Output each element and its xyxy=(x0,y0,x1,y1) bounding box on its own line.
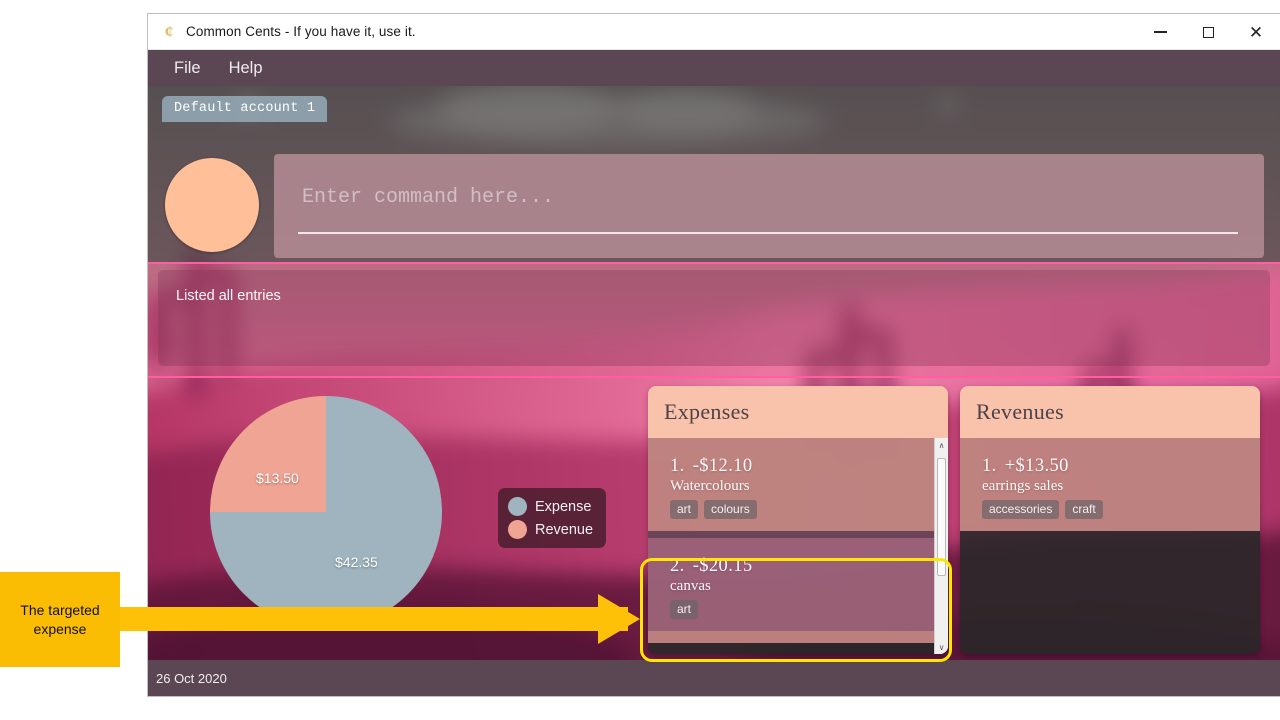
legend-swatch-revenue xyxy=(508,520,527,539)
menu-bar: File Help xyxy=(148,50,1280,86)
expenses-scrollbar-thumb[interactable] xyxy=(937,458,946,576)
expenses-scrollbar-track[interactable] xyxy=(935,452,948,640)
expenses-panel-body: 1. -$12.10 Watercolours art colours 2. -… xyxy=(648,438,948,654)
annotation-arrow-head xyxy=(598,594,640,644)
close-button[interactable]: ✕ xyxy=(1232,14,1280,50)
result-box: Listed all entries xyxy=(158,270,1270,366)
revenues-panel-title: Revenues xyxy=(976,399,1064,424)
tag-accessories[interactable]: accessories xyxy=(982,500,1060,519)
expenses-scrollbar[interactable]: ∧ ∨ xyxy=(934,438,948,654)
expense-entry-2-tags: art xyxy=(670,600,920,619)
screenshot-root: ¢ Common Cents - If you have it, use it.… xyxy=(0,0,1280,720)
application-window: ¢ Common Cents - If you have it, use it.… xyxy=(148,14,1280,696)
minimize-icon xyxy=(1153,31,1167,33)
expense-entry-2[interactable]: 2. -$20.15 canvas art xyxy=(648,538,934,631)
revenues-panel: Revenues 1. +$13.50 earrings sales access… xyxy=(960,386,1260,654)
expenses-panel-header: Expenses xyxy=(648,386,948,438)
expense-entry-1-value: -$12.10 xyxy=(692,456,753,476)
scroll-up-icon[interactable]: ∧ xyxy=(935,438,948,452)
expense-entry-2-description: canvas xyxy=(670,578,711,594)
revenue-entry-1-description: earrings sales xyxy=(982,478,1064,494)
close-icon: ✕ xyxy=(1248,22,1264,42)
tag-colours[interactable]: colours xyxy=(704,500,757,519)
revenue-entry-1-value: +$13.50 xyxy=(1004,456,1069,476)
app-content: Default account 1 Listed all entries xyxy=(148,86,1280,696)
expense-entry-1-amount: 1. -$12.10 xyxy=(670,456,920,477)
legend-swatch-expense xyxy=(508,497,527,516)
tag-craft[interactable]: craft xyxy=(1065,500,1103,519)
menu-item-file[interactable]: File xyxy=(162,55,213,82)
command-input[interactable] xyxy=(298,172,1238,234)
result-section: Listed all entries xyxy=(148,264,1280,378)
scroll-down-icon[interactable]: ∨ xyxy=(935,640,948,654)
tag-art[interactable]: art xyxy=(670,500,699,519)
annotation-arrow-shaft xyxy=(118,607,628,631)
command-section: Default account 1 xyxy=(148,86,1280,264)
revenue-entry-1-amount: 1. +$13.50 xyxy=(982,456,1246,477)
account-avatar xyxy=(165,158,259,252)
legend-label-revenue: Revenue xyxy=(535,521,594,538)
expenses-panel: Expenses 1. -$12.10 Watercolours art col… xyxy=(648,386,948,654)
pie-chart: $13.50 $42.35 xyxy=(210,396,442,628)
annotation-callout-label: The targeted expense xyxy=(20,601,100,637)
legend-label-expense: Expense xyxy=(535,498,592,515)
expense-entry-1-index: 1. xyxy=(670,456,685,476)
expenses-entry-list: 1. -$12.10 Watercolours art colours 2. -… xyxy=(648,438,934,654)
tag-art[interactable]: art xyxy=(670,600,699,619)
pie-label-revenue: $13.50 xyxy=(256,470,299,486)
expense-entry-1-description: Watercolours xyxy=(670,478,750,494)
chart-legend: Expense Revenue xyxy=(498,488,607,548)
expense-entry-2-amount: 2. -$20.15 xyxy=(670,556,920,577)
expense-entry-1[interactable]: 1. -$12.10 Watercolours art colours xyxy=(648,438,934,531)
expenses-panel-title: Expenses xyxy=(664,399,750,424)
revenue-entry-1[interactable]: 1. +$13.50 earrings sales accessories cra… xyxy=(960,438,1260,531)
result-message: Listed all entries xyxy=(176,288,281,304)
revenues-panel-header: Revenues xyxy=(960,386,1260,438)
expenses-list-tail xyxy=(648,631,934,643)
expense-entry-separator xyxy=(648,531,934,538)
pie-label-expense: $42.35 xyxy=(335,554,378,570)
maximize-button[interactable] xyxy=(1184,14,1232,50)
expense-entry-1-tags: art colours xyxy=(670,500,920,519)
menu-item-help[interactable]: Help xyxy=(217,55,275,82)
minimize-button[interactable] xyxy=(1136,14,1184,50)
maximize-icon xyxy=(1202,26,1214,38)
expense-entry-2-index: 2. xyxy=(670,556,685,576)
window-controls: ✕ xyxy=(1136,14,1280,50)
pie-chart-svg xyxy=(210,396,442,628)
command-box xyxy=(274,154,1264,258)
expense-entry-2-value: -$20.15 xyxy=(692,556,753,576)
revenues-entry-list: 1. +$13.50 earrings sales accessories cra… xyxy=(960,438,1260,654)
status-bar-date: 26 Oct 2020 xyxy=(156,670,227,686)
status-bar: 26 Oct 2020 xyxy=(148,660,1280,696)
account-tab-default-account-1[interactable]: Default account 1 xyxy=(162,96,328,122)
legend-item-expense: Expense xyxy=(508,497,593,516)
window-title: Common Cents - If you have it, use it. xyxy=(186,24,416,39)
cent-sign-icon: ¢ xyxy=(164,21,174,41)
revenue-entry-1-tags: accessories craft xyxy=(982,500,1246,519)
title-bar: ¢ Common Cents - If you have it, use it.… xyxy=(148,14,1280,50)
revenue-entry-1-index: 1. xyxy=(982,456,997,476)
annotation-callout: The targeted expense xyxy=(0,572,120,667)
account-tab-bar: Default account 1 xyxy=(162,96,328,122)
revenues-panel-body: 1. +$13.50 earrings sales accessories cra… xyxy=(960,438,1260,654)
legend-item-revenue: Revenue xyxy=(508,520,593,539)
